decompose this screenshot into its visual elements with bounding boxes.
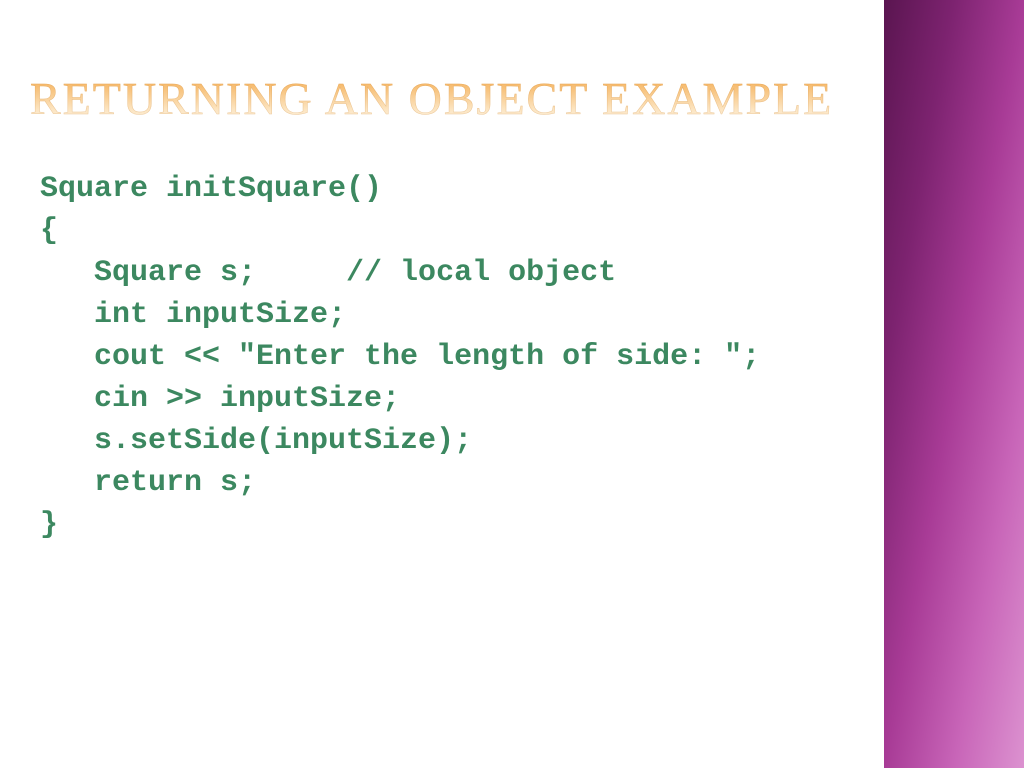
code-example: Square initSquare() { Square s; // local… — [40, 168, 760, 546]
side-decoration — [884, 0, 1024, 768]
slide-title: Returning an Object Example — [30, 72, 833, 125]
